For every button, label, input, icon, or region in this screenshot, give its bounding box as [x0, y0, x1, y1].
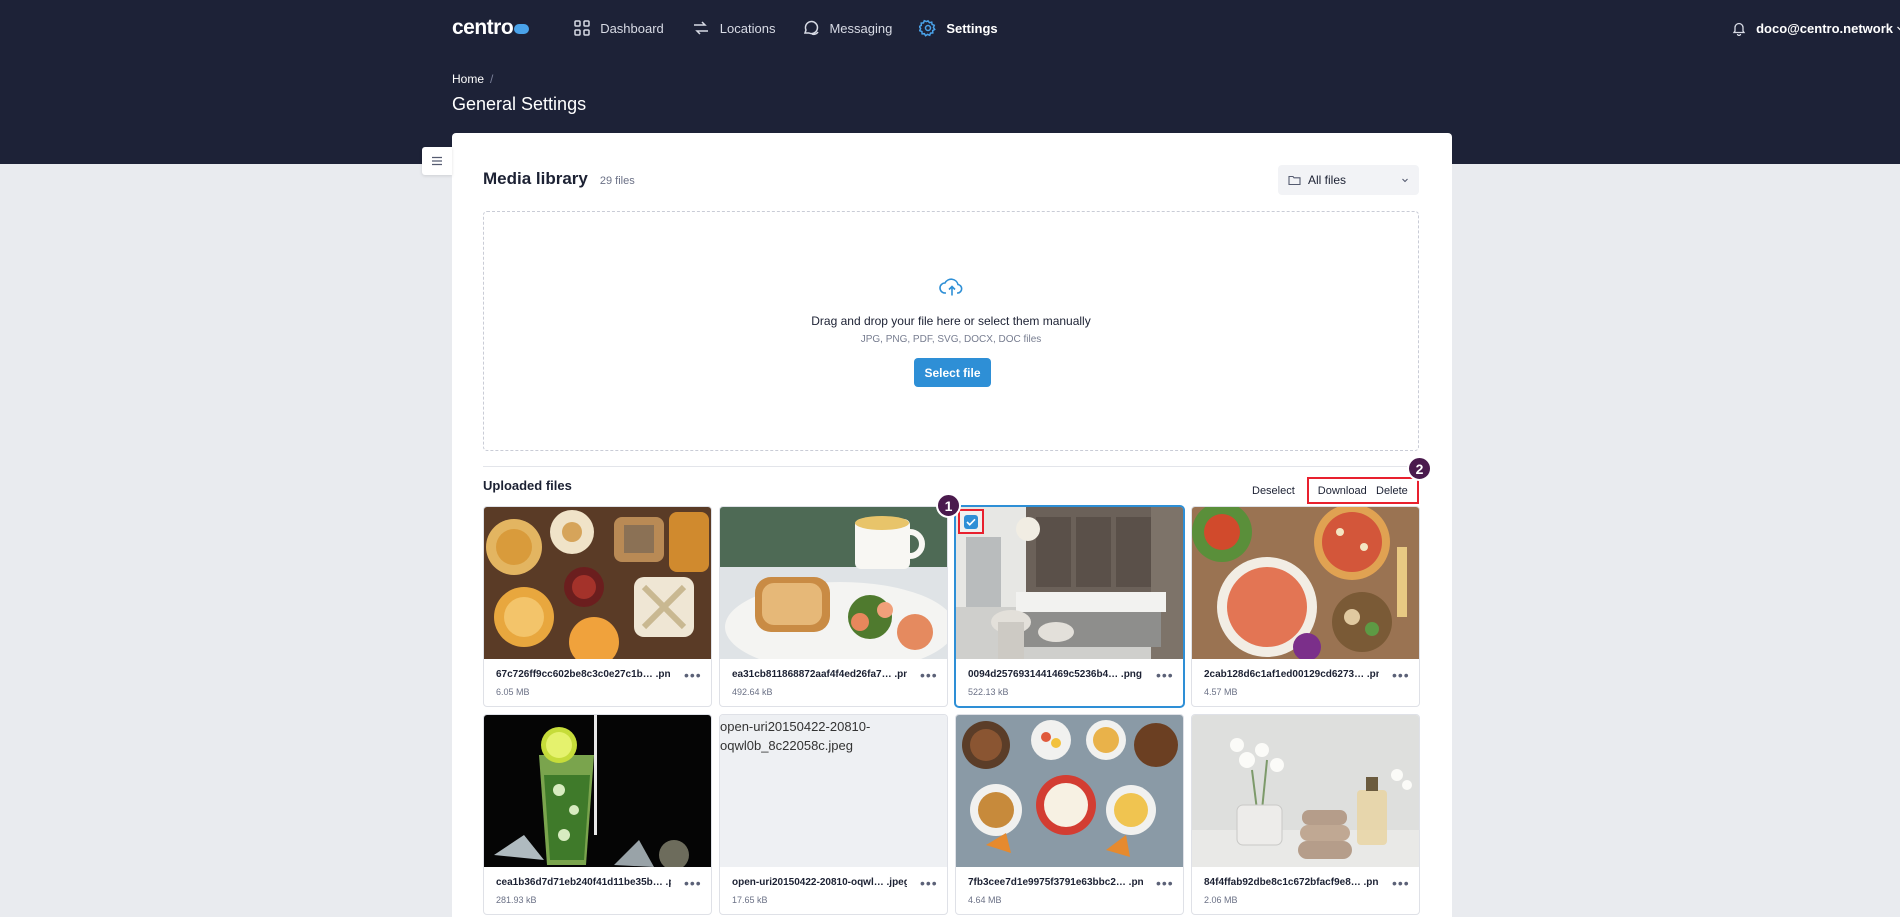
dropzone-text: Drag and drop your file here or select t… [811, 314, 1091, 328]
deselect-button[interactable]: Deselect [1252, 485, 1295, 497]
file-thumbnail [1192, 507, 1419, 659]
file-thumbnail [484, 507, 711, 659]
nav-right: doco@centro.network [1732, 0, 1900, 56]
file-card[interactable]: ea31cb811868872aaf4f4ed26fa7… .png 492.6… [719, 506, 948, 707]
file-card[interactable]: 67c726ff9cc602be8c3c0e27c1b… .png 6.05 M… [483, 506, 712, 707]
route-icon [693, 21, 708, 35]
annotation-badge-1: 1 [936, 493, 961, 518]
breadcrumb-separator: / [490, 72, 494, 86]
file-name: ea31cb811868872aaf4f4ed26fa7… .png [732, 669, 907, 680]
logo-text: centro [452, 16, 514, 39]
bell-icon[interactable] [1732, 21, 1746, 36]
sidebar-toggle-button[interactable] [422, 147, 452, 175]
more-options-icon[interactable]: ••• [684, 876, 702, 890]
file-card[interactable]: cea1b36d7d71eb240f41d11be35b… .png 281.9… [483, 714, 712, 915]
grid-icon [574, 20, 590, 36]
logo[interactable]: centro [452, 16, 530, 40]
highlight-box-checkbox [958, 509, 984, 534]
file-name: 67c726ff9cc602be8c3c0e27c1b… .png [496, 669, 671, 680]
file-name: open-uri20150422-20810-oqwl… .jpeg [732, 877, 907, 888]
logo-mark [514, 24, 530, 34]
file-thumbnail [956, 507, 1183, 659]
media-library-card: Media library 29 files All files Drag an… [452, 133, 1452, 917]
file-size: 6.05 MB [496, 687, 530, 697]
file-count: 29 files [599, 175, 635, 187]
highlight-box-actions: Download Delete [1306, 477, 1419, 504]
menu-icon [432, 156, 442, 166]
check-icon [966, 518, 976, 526]
file-name: 7fb3cee7d1e9975f3791e63bbc2… .png [968, 877, 1143, 888]
media-library-title: Media library [483, 169, 588, 188]
file-card[interactable]: open-uri20150422-20810-oqwl0b_8c22058c.j… [719, 714, 948, 915]
nav-locations[interactable]: Locations [691, 19, 776, 37]
file-size: 4.57 MB [1204, 687, 1238, 697]
more-options-icon[interactable]: ••• [1392, 876, 1410, 890]
breadcrumb-home[interactable]: Home [452, 72, 484, 86]
file-card-selected[interactable]: 0094d2576931441469c5236b4… .png 522.13 k… [955, 506, 1184, 707]
file-thumbnail [956, 715, 1183, 867]
nav-locations-label: Locations [719, 20, 776, 36]
file-size: 17.65 kB [732, 895, 768, 905]
user-email: doco@centro.network [1756, 20, 1893, 36]
file-thumbnail [484, 715, 711, 867]
file-name: 2cab128d6c1af1ed00129cd6273… .png [1204, 669, 1379, 680]
nav-settings[interactable]: Settings [919, 19, 998, 37]
folder-icon [1288, 175, 1301, 186]
uploaded-files-title: Uploaded files [483, 478, 572, 493]
file-size: 522.13 kB [968, 687, 1009, 697]
file-thumbnail [1192, 715, 1419, 867]
filter-value: All files [1308, 173, 1347, 187]
file-card[interactable]: 84f4ffab92dbe8c1c672bfacf9e8… .png 2.06 … [1191, 714, 1420, 915]
card-header: Media library 29 files [483, 169, 635, 189]
download-button[interactable]: Download [1318, 485, 1367, 497]
annotation-badge-2: 2 [1407, 456, 1432, 481]
file-card[interactable]: 2cab128d6c1af1ed00129cd6273… .png 4.57 M… [1191, 506, 1420, 707]
more-options-icon[interactable]: ••• [1156, 876, 1174, 890]
cloud-upload-icon [939, 278, 963, 296]
file-card[interactable]: 7fb3cee7d1e9975f3791e63bbc2… .png 4.64 M… [955, 714, 1184, 915]
file-size: 4.64 MB [968, 895, 1002, 905]
chevron-down-icon [1897, 26, 1900, 31]
divider [483, 466, 1419, 467]
file-filter-select[interactable]: All files [1278, 165, 1419, 195]
nav-messaging[interactable]: Messaging [802, 19, 892, 37]
chat-icon [804, 20, 820, 36]
file-size: 281.93 kB [496, 895, 537, 905]
broken-image-alt: open-uri20150422-20810-oqwl0b_8c22058c.j… [720, 719, 871, 753]
upload-dropzone[interactable]: Drag and drop your file here or select t… [483, 211, 1419, 451]
dropzone-hint: JPG, PNG, PDF, SVG, DOCX, DOC files [860, 334, 1042, 345]
select-file-button[interactable]: Select file [914, 358, 991, 387]
broken-image: open-uri20150422-20810-oqwl0b_8c22058c.j… [720, 715, 947, 867]
file-thumbnail [720, 507, 947, 659]
gear-icon [919, 19, 937, 37]
nav-settings-label: Settings [946, 20, 998, 36]
delete-button[interactable]: Delete [1376, 485, 1408, 497]
breadcrumb: Home / [452, 72, 493, 86]
top-nav: centro Dashboard Locations Messaging Set… [452, 0, 1900, 56]
file-name: 0094d2576931441469c5236b4… .png [968, 669, 1143, 680]
more-options-icon[interactable]: ••• [684, 668, 702, 682]
nav-messaging-label: Messaging [829, 20, 893, 36]
user-menu[interactable]: doco@centro.network [1756, 21, 1900, 36]
more-options-icon[interactable]: ••• [920, 668, 938, 682]
nav-dashboard[interactable]: Dashboard [573, 19, 664, 37]
page-title: General Settings [452, 94, 587, 114]
more-options-icon[interactable]: ••• [1392, 668, 1410, 682]
more-options-icon[interactable]: ••• [1156, 668, 1174, 682]
selected-checkbox[interactable] [964, 514, 978, 529]
bulk-actions: Deselect Download Delete [1252, 477, 1419, 504]
file-name: 84f4ffab92dbe8c1c672bfacf9e8… .png [1204, 877, 1379, 888]
chevron-down-icon [1402, 178, 1408, 183]
more-options-icon[interactable]: ••• [920, 876, 938, 890]
file-size: 492.64 kB [732, 687, 773, 697]
file-size: 2.06 MB [1204, 895, 1238, 905]
file-name: cea1b36d7d71eb240f41d11be35b… .png [496, 877, 671, 888]
nav-dashboard-label: Dashboard [600, 20, 664, 36]
